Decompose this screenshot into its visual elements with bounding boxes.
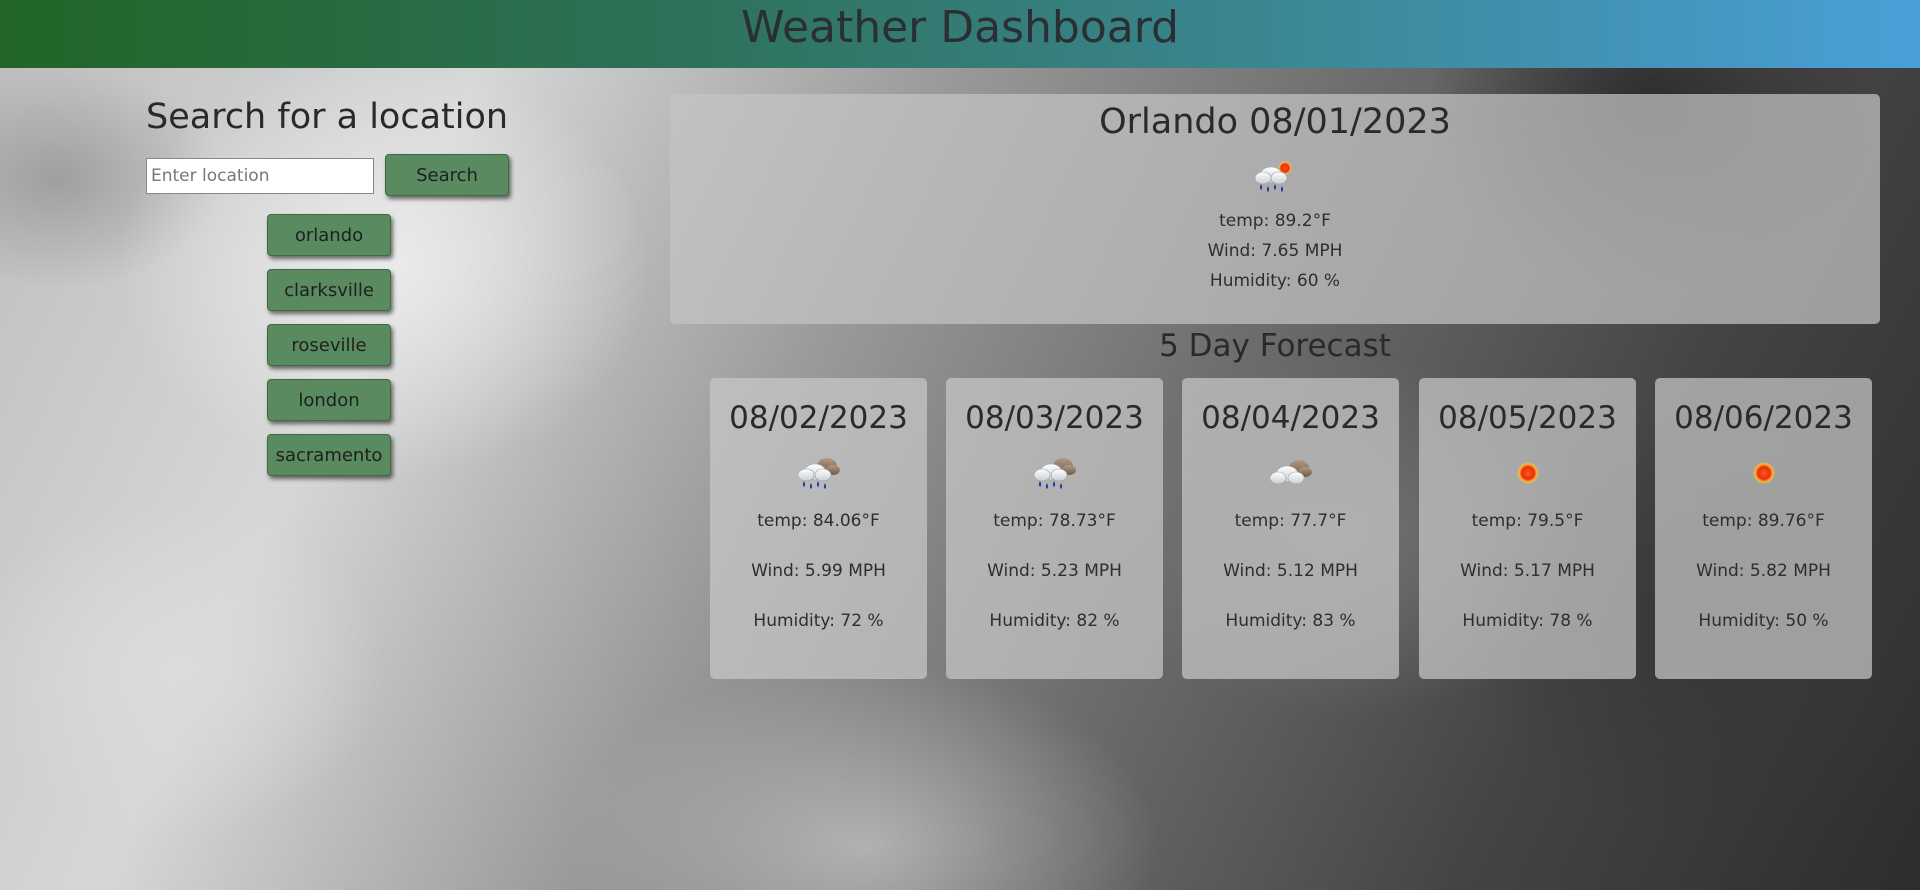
sun-icon (1738, 452, 1790, 494)
forecast-title: 5 Day Forecast (1159, 328, 1391, 364)
forecast-wind: Wind: 5.17 MPH (1460, 561, 1595, 581)
forecast-temp: temp: 79.5°F (1471, 511, 1584, 531)
forecast-date: 08/02/2023 (729, 400, 908, 436)
forecast-wind: Wind: 5.99 MPH (751, 561, 886, 581)
history-button-clarksville[interactable]: clarksville (267, 269, 391, 311)
forecast-humidity: Humidity: 83 % (1225, 611, 1356, 631)
search-history: orlando clarksville roseville london sac… (267, 214, 391, 489)
forecast-temp: temp: 84.06°F (757, 511, 880, 531)
forecast-temp: temp: 78.73°F (993, 511, 1116, 531)
forecast-card: 08/03/2023 temp: 78.73°F Wind: 5.23 MPH … (946, 378, 1163, 679)
forecast-date: 08/03/2023 (965, 400, 1144, 436)
search-panel: Search for a location Search orlando cla… (146, 92, 546, 476)
forecast-humidity: Humidity: 78 % (1462, 611, 1593, 631)
current-weather-card: Orlando 08/01/2023 temp: 89.2°F Wind: 7.… (670, 94, 1880, 324)
rain-cloud-icon (1029, 452, 1081, 494)
forecast-date: 08/06/2023 (1674, 400, 1853, 436)
forecast-humidity: Humidity: 82 % (989, 611, 1120, 631)
current-temp: temp: 89.2°F (1219, 211, 1331, 231)
forecast-wind: Wind: 5.82 MPH (1696, 561, 1831, 581)
forecast-humidity: Humidity: 50 % (1698, 611, 1829, 631)
forecast-card: 08/05/2023 temp: 79.5°F Wind: 5.17 MPH H… (1419, 378, 1636, 679)
app-header: Weather Dashboard (0, 0, 1920, 68)
forecast-card: 08/02/2023 temp: 84.06°F Wind: 5.99 MPH … (710, 378, 927, 679)
rain-cloud-icon (793, 452, 845, 494)
history-button-orlando[interactable]: orlando (267, 214, 391, 256)
current-city-date: Orlando 08/01/2023 (1099, 102, 1451, 142)
history-button-london[interactable]: london (267, 379, 391, 421)
current-wind: Wind: 7.65 MPH (1207, 241, 1343, 261)
forecast-temp: temp: 89.76°F (1702, 511, 1825, 531)
forecast-wind: Wind: 5.23 MPH (987, 561, 1122, 581)
search-title: Search for a location (146, 97, 509, 137)
history-button-roseville[interactable]: roseville (267, 324, 391, 366)
history-button-sacramento[interactable]: sacramento (267, 434, 391, 476)
forecast-temp: temp: 77.7°F (1234, 511, 1347, 531)
forecast-humidity: Humidity: 72 % (753, 611, 884, 631)
cloudy-icon (1265, 452, 1317, 494)
forecast-wind: Wind: 5.12 MPH (1223, 561, 1358, 581)
forecast-date: 08/05/2023 (1438, 400, 1617, 436)
sun-icon (1502, 452, 1554, 494)
forecast-card: 08/06/2023 temp: 89.76°F Wind: 5.82 MPH … (1655, 378, 1872, 679)
current-humidity: Humidity: 60 % (1209, 271, 1341, 291)
forecast-card: 08/04/2023 temp: 77.7°F Wind: 5.12 MPH H… (1182, 378, 1399, 679)
page-title: Weather Dashboard (741, 2, 1179, 53)
search-row: Search (146, 154, 546, 196)
forecast-cards: 08/02/2023 temp: 84.06°F Wind: 5.99 MPH … (710, 378, 1872, 679)
forecast-date: 08/04/2023 (1201, 400, 1380, 436)
search-input[interactable] (146, 158, 374, 194)
rain-sun-icon (1249, 156, 1301, 198)
search-button[interactable]: Search (385, 154, 509, 196)
